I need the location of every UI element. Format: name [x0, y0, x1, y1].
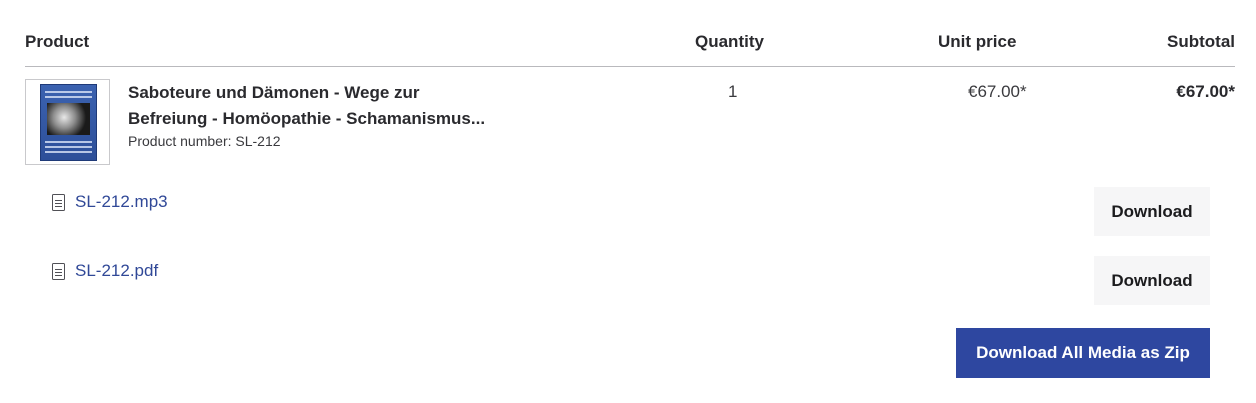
file-link-pdf[interactable]: SL-212.pdf [75, 261, 158, 281]
product-thumbnail[interactable] [25, 79, 110, 165]
order-line-items: Product Quantity Unit price Subtotal Sab… [0, 0, 1256, 403]
download-button-mp3[interactable]: Download [1094, 187, 1210, 236]
header-subtotal: Subtotal [1167, 32, 1235, 51]
product-name[interactable]: Saboteure und Dämonen - Wege zur Befreiu… [128, 80, 548, 132]
download-all-zip-button[interactable]: Download All Media as Zip [956, 328, 1210, 378]
book-cover-image [41, 85, 96, 160]
download-button-pdf[interactable]: Download [1094, 256, 1210, 305]
header-unit-price: Unit price [938, 32, 1017, 51]
document-icon [52, 193, 65, 211]
product-name-line2: Befreiung - Homöopathie - Schamanismus..… [128, 109, 486, 128]
header-quantity: Quantity [695, 32, 764, 51]
product-number: Product number: SL-212 [128, 133, 281, 149]
quantity-value: 1 [728, 82, 738, 101]
file-link-mp3[interactable]: SL-212.mp3 [75, 192, 168, 212]
document-icon [52, 262, 65, 280]
download-file-row: SL-212.mp3 [52, 192, 168, 212]
header-product: Product [25, 32, 90, 51]
download-file-row: SL-212.pdf [52, 261, 158, 281]
product-name-line1: Saboteure und Dämonen - Wege zur [128, 83, 420, 102]
unit-price-value: €67.00* [968, 82, 1027, 101]
subtotal-value: €67.00* [1176, 82, 1235, 101]
table-header: Product Quantity Unit price Subtotal [25, 0, 1235, 67]
